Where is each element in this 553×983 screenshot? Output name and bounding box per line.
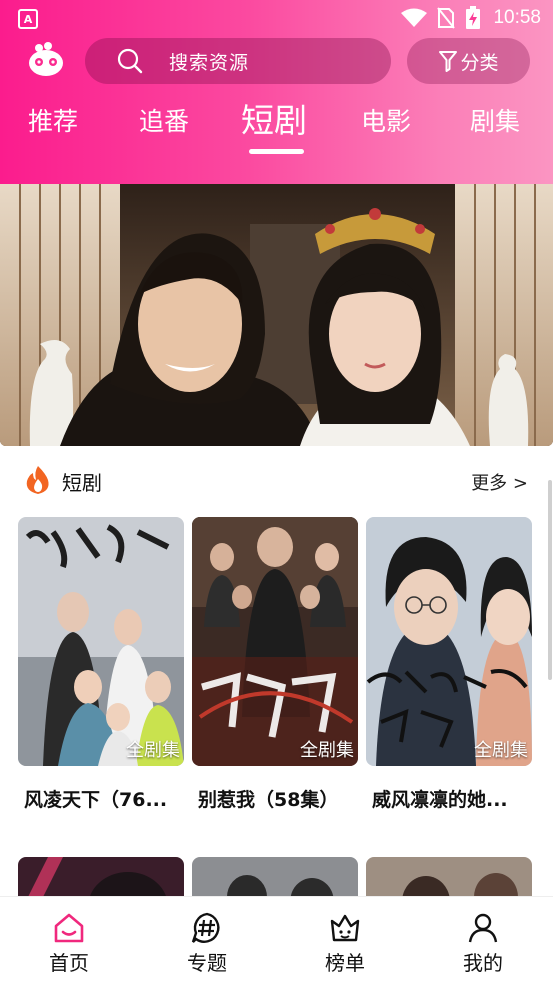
tab-bar: 推荐 追番 短剧 电影 剧集: [0, 92, 553, 156]
nav-label: 首页: [49, 951, 89, 975]
short-drama-section-header: 短剧 更多 >: [0, 460, 553, 500]
app-logo-icon[interactable]: [26, 42, 66, 78]
fire-icon: [26, 466, 49, 494]
category-label: 分类: [460, 51, 499, 74]
episode-badge: 全剧集: [300, 740, 354, 761]
drama-title: 威风凛凛的她...: [372, 789, 508, 811]
nav-label: 专题: [187, 951, 227, 975]
poster-image: [18, 517, 184, 766]
scrollbar[interactable]: [548, 480, 552, 680]
wifi-icon: [401, 8, 428, 27]
crown-icon: [330, 914, 360, 942]
status-bar: A 10:58: [0, 0, 553, 38]
tab-recommend[interactable]: 推荐: [28, 102, 78, 138]
drama-title: 别惹我（58集）: [198, 789, 339, 811]
banner-image: [0, 184, 553, 446]
battery-charging-icon: [466, 6, 481, 29]
nav-label: 榜单: [325, 951, 365, 975]
header: A 10:58 搜索资源 分类 推荐 追番 短剧 电影 剧集: [0, 0, 553, 190]
home-icon: [54, 913, 84, 943]
episode-badge: 全剧集: [474, 740, 528, 761]
status-icons: 10:58: [401, 6, 541, 30]
filter-icon: [439, 51, 458, 72]
featured-banner[interactable]: [0, 184, 553, 446]
episode-badge: 全剧集: [126, 740, 180, 761]
user-icon: [468, 913, 498, 943]
drama-card[interactable]: 全剧集 风凌天下（76...: [18, 517, 184, 817]
nav-item-topics[interactable]: 专题: [138, 897, 276, 983]
drama-card[interactable]: 全剧集 别惹我（58集）: [192, 517, 358, 817]
drama-poster: 全剧集: [18, 517, 184, 766]
poster-image: [366, 517, 532, 766]
nav-item-home[interactable]: 首页: [0, 897, 138, 983]
tab-short-drama[interactable]: 短剧: [241, 94, 307, 142]
clock: 10:58: [493, 7, 541, 28]
category-button[interactable]: 分类: [407, 38, 530, 84]
search-icon: [117, 48, 143, 74]
no-sim-icon: [437, 7, 456, 29]
drama-poster: 全剧集: [366, 517, 532, 766]
section-title: 短剧: [62, 471, 102, 495]
bottom-nav: 首页 专题 榜单 我的: [0, 896, 553, 983]
more-link[interactable]: 更多 >: [471, 469, 528, 495]
tab-anime[interactable]: 追番: [139, 102, 189, 138]
search-placeholder: 搜索资源: [169, 51, 250, 74]
nav-item-profile[interactable]: 我的: [414, 897, 552, 983]
app-notification-icon: A: [18, 9, 38, 29]
active-tab-indicator: [249, 149, 304, 154]
tab-series[interactable]: 剧集: [470, 102, 520, 138]
drama-title: 风凌天下（76...: [24, 789, 168, 811]
hashtag-icon: [191, 912, 220, 943]
tab-movie[interactable]: 电影: [361, 102, 411, 138]
poster-image: [192, 517, 358, 766]
drama-card[interactable]: 全剧集 威风凛凛的她...: [366, 517, 532, 817]
nav-item-rankings[interactable]: 榜单: [276, 897, 414, 983]
search-input[interactable]: 搜索资源: [85, 38, 391, 84]
nav-label: 我的: [463, 951, 503, 975]
drama-poster: 全剧集: [192, 517, 358, 766]
